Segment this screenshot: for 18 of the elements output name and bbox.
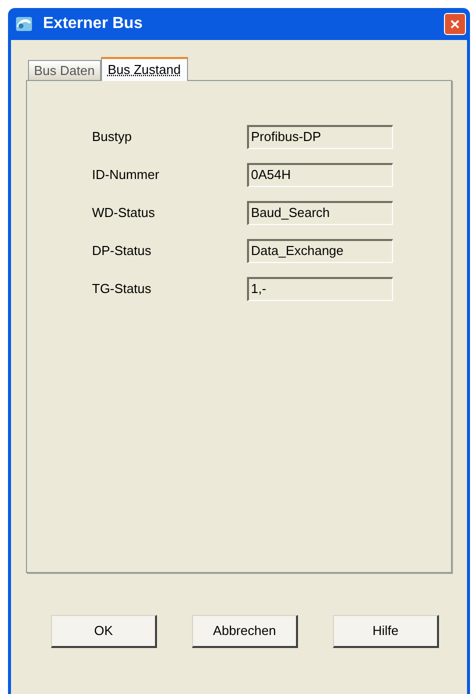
readonly-field: Profibus-DP — [247, 125, 393, 149]
app-icon — [15, 16, 33, 32]
field-label: DP-Status — [92, 242, 152, 260]
window-title: Externer Bus — [43, 14, 143, 34]
close-button[interactable]: ✕ — [444, 13, 466, 35]
dialog-button[interactable]: OK — [51, 615, 157, 648]
dialog-button[interactable]: Hilfe — [333, 615, 439, 648]
readonly-field: 0A54H — [247, 163, 393, 187]
field-label: WD-Status — [92, 204, 156, 222]
field-label: TG-Status — [92, 280, 152, 298]
tab[interactable]: Bus Daten — [28, 60, 101, 80]
readonly-field: Data_Exchange — [247, 239, 393, 263]
readonly-field: 1,- — [247, 277, 393, 301]
field-label: Bustyp — [92, 128, 133, 146]
tab[interactable]: Bus Zustand — [100, 57, 188, 81]
field-label: ID-Nummer — [92, 166, 160, 184]
readonly-field: Baud_Search — [247, 201, 393, 225]
dialog-button[interactable]: Abbrechen — [192, 615, 298, 648]
